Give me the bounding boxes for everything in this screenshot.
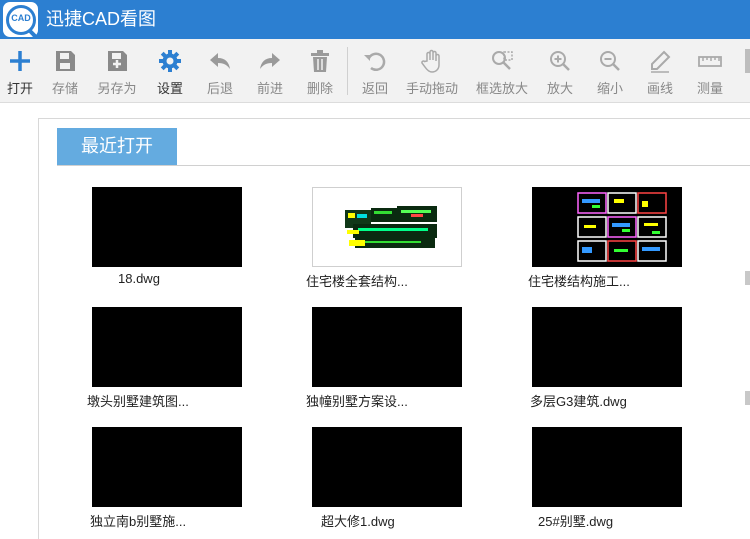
file-name-cutoff — [745, 271, 750, 285]
delete-button[interactable]: 删除 — [295, 39, 345, 102]
file-name[interactable]: 多层G3建筑.dwg — [530, 391, 627, 410]
file-thumbnail[interactable] — [92, 187, 242, 267]
file-name[interactable]: 住宅楼结构施工... — [528, 271, 630, 290]
file-thumbnail[interactable] — [532, 307, 682, 387]
gear-icon — [159, 50, 181, 72]
file-thumbnail[interactable] — [92, 307, 242, 387]
drawing-preview — [345, 206, 437, 248]
save-as-icon — [108, 51, 127, 71]
file-name[interactable]: 25#别墅.dwg — [538, 511, 613, 530]
undo-arrow-icon — [210, 53, 230, 69]
file-thumbnail[interactable] — [312, 187, 462, 267]
toolbar: 打开 存储 另存为 设置 后退 前进 删除 返回 手动拖动 框选放大 放大 缩小… — [0, 39, 750, 103]
save-icon — [56, 51, 75, 71]
zoom-out-icon — [600, 51, 620, 71]
tab-recent[interactable]: 最近打开 — [57, 128, 177, 165]
file-thumbnail[interactable] — [312, 427, 462, 507]
measure-button[interactable]: 测量 — [685, 39, 735, 102]
file-name[interactable]: 独立南b别墅施... — [90, 511, 186, 530]
measure-label: 测量 — [696, 81, 723, 96]
box-zoom-button[interactable]: 框选放大 — [472, 39, 532, 102]
plus-icon — [10, 51, 30, 71]
more-toolbar-item-edge — [745, 49, 750, 73]
title-bar: CAD 迅捷CAD看图 — [0, 0, 750, 39]
file-name[interactable]: 超大修1.dwg — [321, 511, 395, 530]
redo-arrow-icon — [260, 53, 280, 69]
tab-divider — [57, 165, 750, 166]
file-thumbnail[interactable] — [532, 427, 682, 507]
file-name[interactable]: 住宅楼全套结构... — [306, 271, 408, 290]
logo-text: CAD — [11, 13, 31, 23]
pencil-icon — [651, 50, 671, 73]
file-thumbnail[interactable] — [92, 427, 242, 507]
file-thumbnail[interactable] — [532, 187, 682, 267]
return-button[interactable]: 返回 — [350, 39, 400, 102]
ruler-icon — [698, 56, 722, 67]
file-name-cutoff — [745, 391, 750, 405]
file-name[interactable]: 独幢别墅方案设... — [306, 391, 408, 410]
hand-icon — [421, 49, 440, 73]
zoom-in-icon — [550, 51, 570, 71]
drawing-preview — [577, 192, 667, 262]
pan-label: 手动拖动 — [405, 81, 458, 96]
app-logo: CAD — [3, 2, 38, 38]
file-name[interactable]: 墩头别墅建筑图... — [87, 391, 189, 410]
file-thumbnail[interactable] — [312, 307, 462, 387]
pan-button[interactable]: 手动拖动 — [402, 39, 462, 102]
return-icon — [364, 52, 386, 71]
file-name[interactable]: 18.dwg — [118, 271, 160, 286]
app-title: 迅捷CAD看图 — [46, 9, 157, 29]
trash-icon — [311, 50, 329, 72]
box-zoom-icon — [492, 51, 513, 70]
